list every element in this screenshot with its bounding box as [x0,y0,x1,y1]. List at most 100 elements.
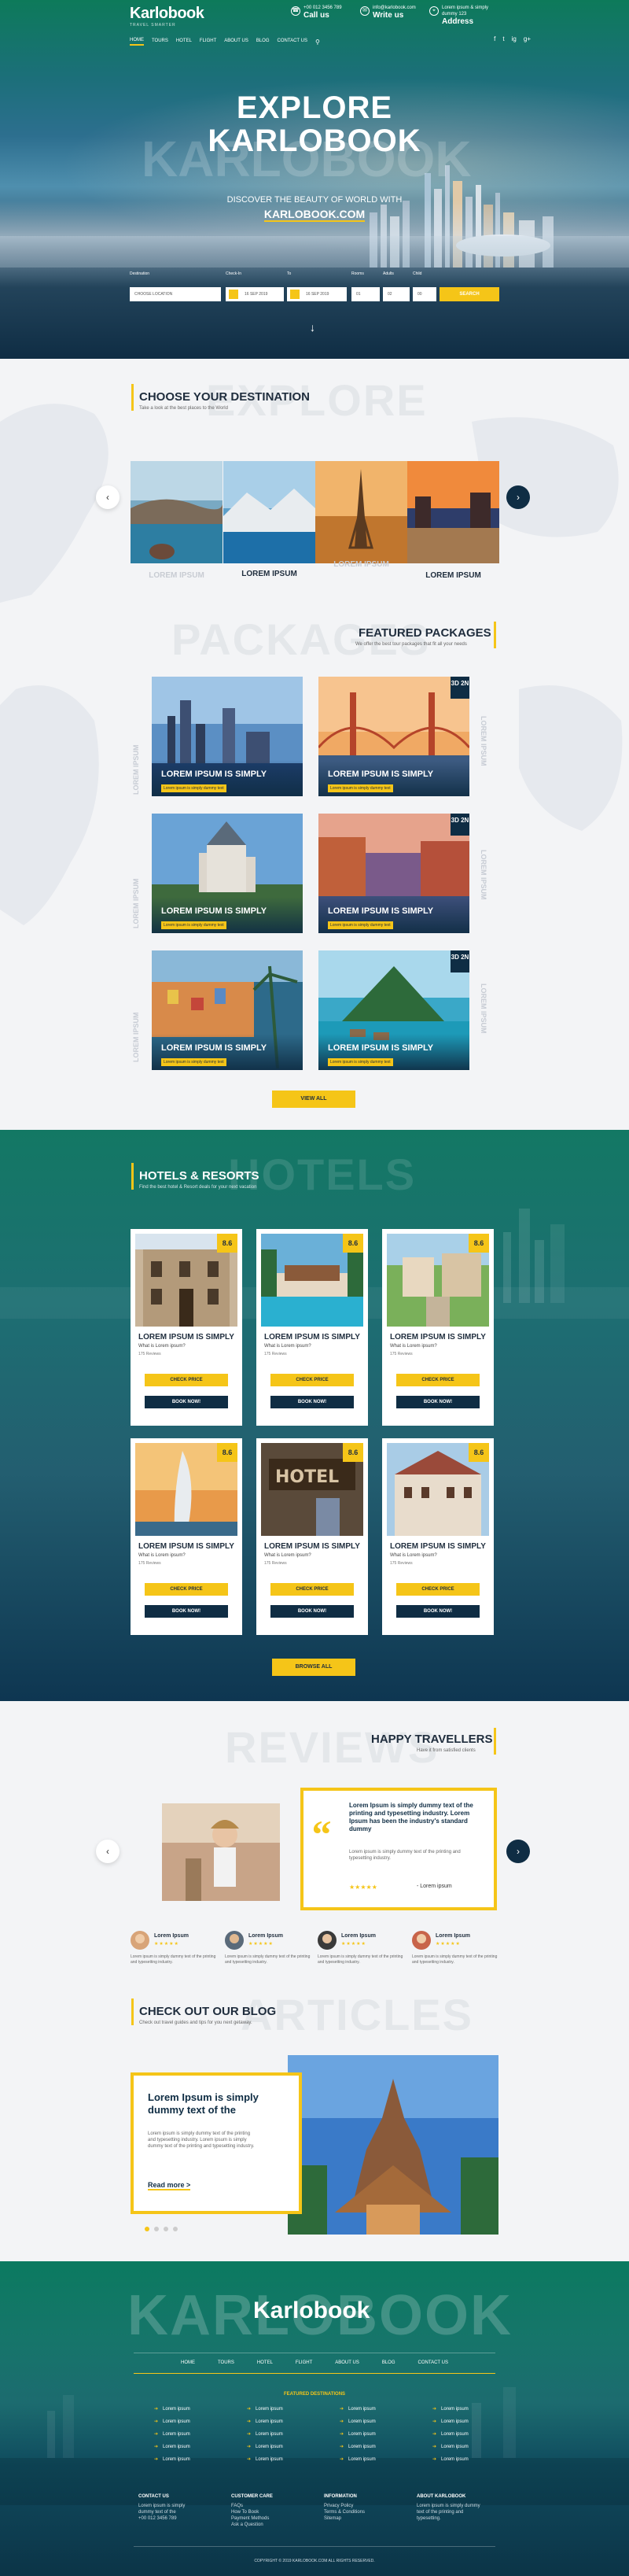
footer-nav-blog[interactable]: BLOG [382,2360,395,2365]
nav-contact[interactable]: CONTACT US [278,39,307,45]
footer-link[interactable]: FAQs [231,2503,273,2509]
footer-link[interactable]: Ask a Question [231,2522,273,2528]
facebook-icon[interactable]: f [494,35,495,42]
nav-flight[interactable]: FLIGHT [200,39,216,45]
adults-field[interactable]: 02 [383,287,410,301]
package-card[interactable]: LOREM IPSUM IS SIMPLY Lorem ipsum is simp… [152,950,303,1070]
hotel-card[interactable]: 8.6 LOREM IPSUM IS SIMPLY What is Lorem … [382,1438,494,1635]
featured-destination-link[interactable]: ➔ Lorem ipsum [247,2406,283,2412]
contact-address[interactable]: ⌖ Lorem ipsum & simply dummy 123 Address [429,5,505,27]
book-now-button[interactable]: BOOK NOW! [145,1605,228,1618]
footer-link[interactable]: Payment Methods [231,2515,273,2522]
contact-call[interactable]: ☎ +00 012 3456 789 Call us [291,5,342,20]
check-price-button[interactable]: CHECK PRICE [145,1374,228,1386]
checkin-field[interactable]: 16 SEP 2019 [226,287,284,301]
featured-destination-link[interactable]: ➔ Lorem ipsum [432,2419,469,2424]
footer-logo[interactable]: Karlobook [253,2297,370,2324]
dot[interactable] [164,2227,168,2231]
featured-destination-link[interactable]: ➔ Lorem ipsum [340,2444,376,2449]
google-plus-icon[interactable]: g+ [524,35,531,42]
featured-destination-link[interactable]: ➔ Lorem ipsum [247,2419,283,2424]
featured-destination-link[interactable]: ➔ Lorem ipsum [154,2406,190,2412]
scroll-down-icon[interactable]: ↓ [310,321,315,334]
check-price-button[interactable]: CHECK PRICE [270,1374,354,1386]
featured-destination-link[interactable]: ➔ Lorem ipsum [432,2431,469,2437]
featured-destination-link[interactable]: ➔ Lorem ipsum [247,2456,283,2462]
destination-select[interactable]: CHOOSE LOCATION [130,287,221,301]
footer-nav-hotel[interactable]: HOTEL [257,2360,273,2365]
twitter-icon[interactable]: t [502,35,504,42]
footer-nav-flight[interactable]: FLIGHT [296,2360,312,2365]
footer-link[interactable]: Terms & Conditions [324,2509,365,2515]
hotel-card[interactable]: 8.6 LOREM IPSUM IS SIMPLY What is Lorem … [131,1229,242,1426]
book-now-button[interactable]: BOOK NOW! [270,1396,354,1408]
logo[interactable]: Karlobook TRAVEL SMARTER [130,5,204,28]
footer-link[interactable]: How To Book [231,2509,273,2515]
book-now-button[interactable]: BOOK NOW! [145,1396,228,1408]
featured-destination-link[interactable]: ➔ Lorem ipsum [154,2431,190,2437]
dest-next-button[interactable]: › [506,485,530,509]
package-card[interactable]: LOREM IPSUM IS SIMPLY Lorem ipsum is simp… [152,814,303,933]
browse-all-button[interactable]: BROWSE ALL [272,1659,355,1676]
contact-mail[interactable]: ✉ info@karlobook.com Write us [360,5,416,20]
package-card[interactable]: 3D 2N LOREM IPSUM IS SIMPLY Lorem ipsum i… [318,677,469,796]
nav-home[interactable]: HOME [130,38,144,46]
featured-destination-link[interactable]: ➔ Lorem ipsum [432,2444,469,2449]
destination-card[interactable] [223,461,315,563]
featured-destination-link[interactable]: ➔ Lorem ipsum [247,2431,283,2437]
search-button[interactable]: SEARCH [440,287,499,301]
checkout-field[interactable]: 16 SEP 2019 [287,287,347,301]
nav-hotel[interactable]: HOTEL [176,39,192,45]
child-field[interactable]: 00 [413,287,436,301]
footer-nav-contact[interactable]: CONTACT US [418,2360,448,2365]
dot[interactable] [173,2227,178,2231]
search-icon[interactable]: ⚲ [315,39,320,46]
featured-destination-link[interactable]: ➔ Lorem ipsum [340,2406,376,2412]
featured-destination-link[interactable]: ➔ Lorem ipsum [247,2444,283,2449]
footer-link[interactable]: Sitemap [324,2515,365,2522]
blog-card[interactable]: Lorem Ipsum is simply dummy text of the … [131,2072,302,2214]
package-card[interactable]: 3D 2N LOREM IPSUM IS SIMPLY Lorem ipsum i… [318,814,469,933]
instagram-icon[interactable]: ig [512,35,517,42]
hotel-card[interactable]: 8.6 LOREM IPSUM IS SIMPLY What is Lorem … [382,1229,494,1426]
hotel-card[interactable]: 8.6 LOREM IPSUM IS SIMPLY What is Lorem … [256,1229,368,1426]
destination-card[interactable] [407,461,499,563]
nav-blog[interactable]: BLOG [256,39,270,45]
featured-destination-link[interactable]: ➔ Lorem ipsum [340,2456,376,2462]
book-now-button[interactable]: BOOK NOW! [270,1605,354,1618]
featured-destination-link[interactable]: ➔ Lorem ipsum [340,2431,376,2437]
featured-destination-link[interactable]: ➔ Lorem ipsum [154,2444,190,2449]
check-price-button[interactable]: CHECK PRICE [396,1583,480,1596]
read-more-link[interactable]: Read more > [148,2181,191,2190]
footer-nav-tours[interactable]: TOURS [218,2360,234,2365]
book-now-button[interactable]: BOOK NOW! [396,1605,480,1618]
dot-active[interactable] [145,2227,149,2231]
nav-tours[interactable]: TOURS [152,39,168,45]
featured-destination-link[interactable]: ➔ Lorem ipsum [340,2419,376,2424]
footer-link[interactable]: Privacy Policy [324,2503,365,2509]
book-now-button[interactable]: BOOK NOW! [396,1396,480,1408]
check-price-button[interactable]: CHECK PRICE [145,1583,228,1596]
featured-destination-link[interactable]: ➔ Lorem ipsum [432,2406,469,2412]
destination-card[interactable] [315,461,407,563]
view-all-button[interactable]: VIEW ALL [272,1091,355,1108]
nav-about[interactable]: ABOUT US [224,39,248,45]
hotel-card[interactable]: 8.6 LOREM IPSUM IS SIMPLY What is Lorem … [131,1438,242,1635]
hotel-card[interactable]: HOTEL 8.6 LOREM IPSUM IS SIMPLY What is … [256,1438,368,1635]
rooms-field[interactable]: 01 [351,287,380,301]
review-next-button[interactable]: › [506,1840,530,1863]
dest-prev-button[interactable]: ‹ [96,485,120,509]
dot[interactable] [154,2227,159,2231]
footer-nav-home[interactable]: HOME [181,2360,195,2365]
featured-destination-link[interactable]: ➔ Lorem ipsum [154,2456,190,2462]
check-price-button[interactable]: CHECK PRICE [396,1374,480,1386]
destination-card[interactable] [131,461,223,563]
featured-destination-link[interactable]: ➔ Lorem ipsum [154,2419,190,2424]
featured-destination-link[interactable]: ➔ Lorem ipsum [432,2456,469,2462]
check-price-button[interactable]: CHECK PRICE [270,1583,354,1596]
footer-contact-phone[interactable]: +00 012 3456 789 [138,2515,185,2522]
footer-nav-about[interactable]: ABOUT US [335,2360,359,2365]
package-card[interactable]: LOREM IPSUM IS SIMPLY Lorem ipsum is simp… [152,677,303,796]
review-prev-button[interactable]: ‹ [96,1840,120,1863]
package-card[interactable]: 3D 2N LOREM IPSUM IS SIMPLY Lorem ipsum i… [318,950,469,1070]
